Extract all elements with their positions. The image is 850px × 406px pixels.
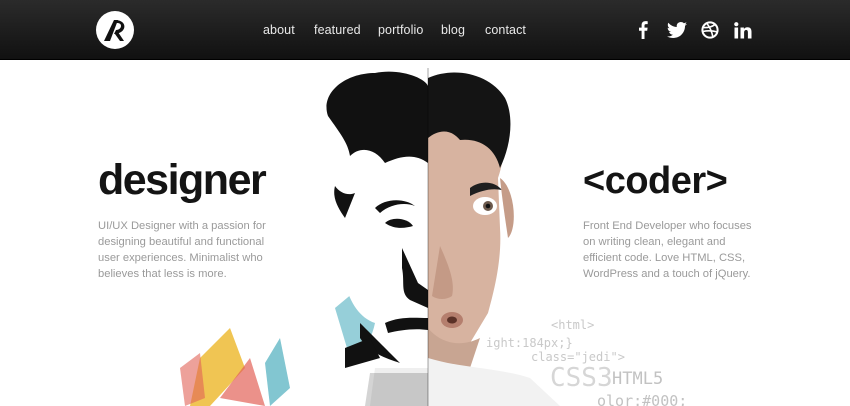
logo[interactable] — [96, 11, 134, 49]
nav-blog[interactable]: blog — [441, 23, 465, 37]
split-portrait-illustration — [180, 68, 560, 406]
twitter-icon[interactable] — [666, 18, 688, 42]
nav-portfolio[interactable]: portfolio — [378, 23, 423, 37]
coder-half-face — [428, 72, 560, 406]
dribbble-icon[interactable] — [700, 18, 720, 42]
nav-about[interactable]: about — [263, 23, 295, 37]
logo-mark-icon — [104, 20, 125, 41]
nav-featured[interactable]: featured — [314, 23, 361, 37]
nav-contact[interactable]: contact — [485, 23, 526, 37]
site-header: about featured portfolio blog contact — [0, 0, 850, 60]
linkedin-icon[interactable] — [733, 18, 753, 42]
designer-half-face — [326, 71, 428, 406]
facebook-icon[interactable] — [636, 18, 650, 42]
hero-section: designer UI/UX Designer with a passion f… — [0, 60, 850, 406]
